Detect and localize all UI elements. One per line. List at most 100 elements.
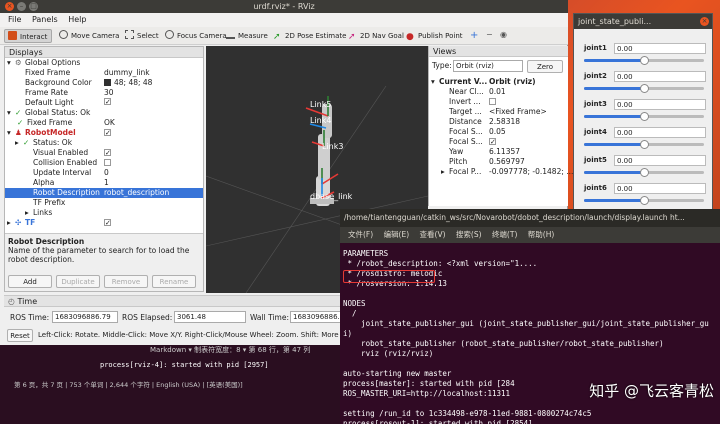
- joint-value-field[interactable]: 0.00: [614, 43, 706, 54]
- view-row-yaw[interactable]: Yaw 6.11357: [429, 147, 568, 157]
- joint-value-field[interactable]: 0.00: [614, 183, 706, 194]
- view-row-focal-shape-fixed[interactable]: Focal S... ✓: [429, 137, 568, 147]
- update-interval-value[interactable]: 0: [104, 168, 109, 178]
- zero-button[interactable]: Zero: [527, 60, 563, 73]
- joint-slider-handle[interactable]: [640, 84, 649, 93]
- interact-button[interactable]: Interact: [4, 29, 53, 43]
- joint-slider[interactable]: [584, 56, 704, 65]
- minimize-icon[interactable]: –: [17, 2, 26, 11]
- reset-button[interactable]: Reset: [7, 329, 33, 342]
- view-row-pitch[interactable]: Pitch 0.569797: [429, 157, 568, 167]
- close-icon[interactable]: ×: [5, 2, 14, 11]
- select-button[interactable]: Select: [122, 29, 163, 43]
- terminal-menu-file[interactable]: 文件(F): [348, 230, 373, 239]
- view-row-near-clip[interactable]: Near Cl... 0.01: [429, 87, 568, 97]
- joint-slider-handle[interactable]: [640, 140, 649, 149]
- terminal-menu-search[interactable]: 搜索(S): [456, 230, 482, 239]
- alpha-value[interactable]: 1: [104, 178, 109, 188]
- tree-row-robot-description[interactable]: Robot Description robot_description: [5, 188, 203, 198]
- robotmodel-checkbox[interactable]: ✓: [104, 129, 111, 137]
- joint-slider-handle[interactable]: [640, 196, 649, 205]
- tree-row-robotmodel-status[interactable]: ▸ ✓ Status: Ok: [5, 138, 203, 148]
- expand-arrow-icon[interactable]: ▸: [441, 167, 445, 177]
- view-row-current[interactable]: ▾ Current V... Orbit (rviz): [429, 77, 568, 87]
- joint-slider-handle[interactable]: [640, 112, 649, 121]
- close-icon[interactable]: ×: [700, 17, 709, 26]
- measure-button[interactable]: Measure: [223, 29, 272, 43]
- view-type-select[interactable]: Orbit (rviz): [453, 60, 523, 72]
- tree-row-fixed-frame[interactable]: Fixed Frame dummy_link: [5, 68, 203, 78]
- publish-point-button[interactable]: ● Publish Point: [403, 29, 467, 43]
- tree-row-tf[interactable]: ▸ ✣ TF ✓: [5, 218, 203, 228]
- menu-panels[interactable]: Panels: [32, 15, 58, 24]
- duplicate-button[interactable]: Duplicate: [56, 275, 100, 288]
- terminal-menu-help[interactable]: 帮助(H): [528, 230, 555, 239]
- visual-enabled-checkbox[interactable]: ✓: [104, 149, 111, 157]
- view-row-distance[interactable]: Distance 2.58318: [429, 117, 568, 127]
- view-row-focal-shape-size[interactable]: Focal S... 0.05: [429, 127, 568, 137]
- tree-row-fixed-frame-status[interactable]: ✓ Fixed Frame OK: [5, 118, 203, 128]
- tree-row-background-color[interactable]: Background Color 48; 48; 48: [5, 78, 203, 88]
- add-button[interactable]: Add: [8, 275, 52, 288]
- joint-slider[interactable]: [584, 196, 704, 205]
- tree-row-links[interactable]: ▸ Links: [5, 208, 203, 218]
- tree-row-tf-prefix[interactable]: TF Prefix: [5, 198, 203, 208]
- remove-tool-icon[interactable]: −: [486, 30, 493, 39]
- joint-value-field[interactable]: 0.00: [614, 127, 706, 138]
- frame-rate-value[interactable]: 30: [104, 88, 114, 98]
- focal-shape-fixed-checkbox[interactable]: ✓: [489, 138, 496, 146]
- background-color-value[interactable]: 48; 48; 48: [114, 78, 152, 88]
- tree-row-update-interval[interactable]: Update Interval 0: [5, 168, 203, 178]
- expand-arrow-icon[interactable]: ▾: [7, 108, 11, 118]
- joint-slider[interactable]: [584, 84, 704, 93]
- terminal-menu-view[interactable]: 查看(V): [420, 230, 446, 239]
- ros-elapsed-field[interactable]: 3061.48: [174, 311, 246, 323]
- tree-row-robotmodel[interactable]: ▾ ♟ RobotModel ✓: [5, 128, 203, 138]
- joint-value-field[interactable]: 0.00: [614, 71, 706, 82]
- ros-time-field[interactable]: 1683096886.79: [52, 311, 118, 323]
- target-icon[interactable]: ◉: [500, 30, 507, 39]
- expand-arrow-icon[interactable]: ▸: [25, 208, 29, 218]
- tree-row-default-light[interactable]: Default Light ✓: [5, 98, 203, 108]
- joint-slider[interactable]: [584, 112, 704, 121]
- joint-value-field[interactable]: 0.00: [614, 99, 706, 110]
- tree-row-frame-rate[interactable]: Frame Rate 30: [5, 88, 203, 98]
- joint-slider[interactable]: [584, 168, 704, 177]
- wall-time-field[interactable]: 1683096886.8: [290, 311, 346, 323]
- expand-arrow-icon[interactable]: ▸: [15, 138, 19, 148]
- joint-slider-handle[interactable]: [640, 168, 649, 177]
- expand-arrow-icon[interactable]: ▸: [7, 218, 11, 228]
- fixed-frame-value[interactable]: dummy_link: [104, 68, 150, 78]
- default-light-checkbox[interactable]: ✓: [104, 98, 111, 106]
- joint-slider-handle[interactable]: [640, 56, 649, 65]
- terminal-menu-terminal[interactable]: 终端(T): [492, 230, 517, 239]
- view-row-focal-point[interactable]: ▸ Focal P... -0.097778; -0.1482; ...: [429, 167, 573, 177]
- invert-z-checkbox[interactable]: [489, 98, 496, 105]
- add-tool-icon[interactable]: +: [470, 30, 478, 41]
- rename-button[interactable]: Rename: [152, 275, 196, 288]
- tree-row-alpha[interactable]: Alpha 1: [5, 178, 203, 188]
- expand-arrow-icon[interactable]: ▾: [7, 128, 11, 138]
- 2d-pose-estimate-button[interactable]: ➚ 2D Pose Estimate: [270, 29, 350, 43]
- menu-help[interactable]: Help: [68, 15, 86, 24]
- terminal-menu-edit[interactable]: 编辑(E): [384, 230, 410, 239]
- robot-description-value[interactable]: robot_description: [104, 188, 169, 198]
- tree-row-collision-enabled[interactable]: Collision Enabled: [5, 158, 203, 168]
- remove-button[interactable]: Remove: [104, 275, 148, 288]
- view-row-target[interactable]: Target ... <Fixed Frame>: [429, 107, 568, 117]
- move-camera-button[interactable]: Move Camera: [56, 29, 123, 43]
- focus-camera-button[interactable]: Focus Camera: [162, 29, 231, 43]
- view-row-invert[interactable]: Invert ...: [429, 97, 568, 107]
- expand-arrow-icon[interactable]: ▾: [431, 77, 435, 87]
- tree-row-visual-enabled[interactable]: Visual Enabled ✓: [5, 148, 203, 158]
- tf-checkbox[interactable]: ✓: [104, 219, 111, 227]
- maximize-icon[interactable]: □: [29, 2, 38, 11]
- tree-row-global-options[interactable]: ▾ ⚙ Global Options: [5, 58, 203, 68]
- menu-file[interactable]: File: [8, 15, 21, 24]
- expand-arrow-icon[interactable]: ▾: [7, 58, 11, 68]
- joint-value-field[interactable]: 0.00: [614, 155, 706, 166]
- joint-slider[interactable]: [584, 140, 704, 149]
- 2d-nav-goal-button[interactable]: ➚ 2D Nav Goal: [345, 29, 408, 43]
- tree-row-global-status[interactable]: ▾ ✓ Global Status: Ok: [5, 108, 203, 118]
- collision-enabled-checkbox[interactable]: [104, 159, 111, 166]
